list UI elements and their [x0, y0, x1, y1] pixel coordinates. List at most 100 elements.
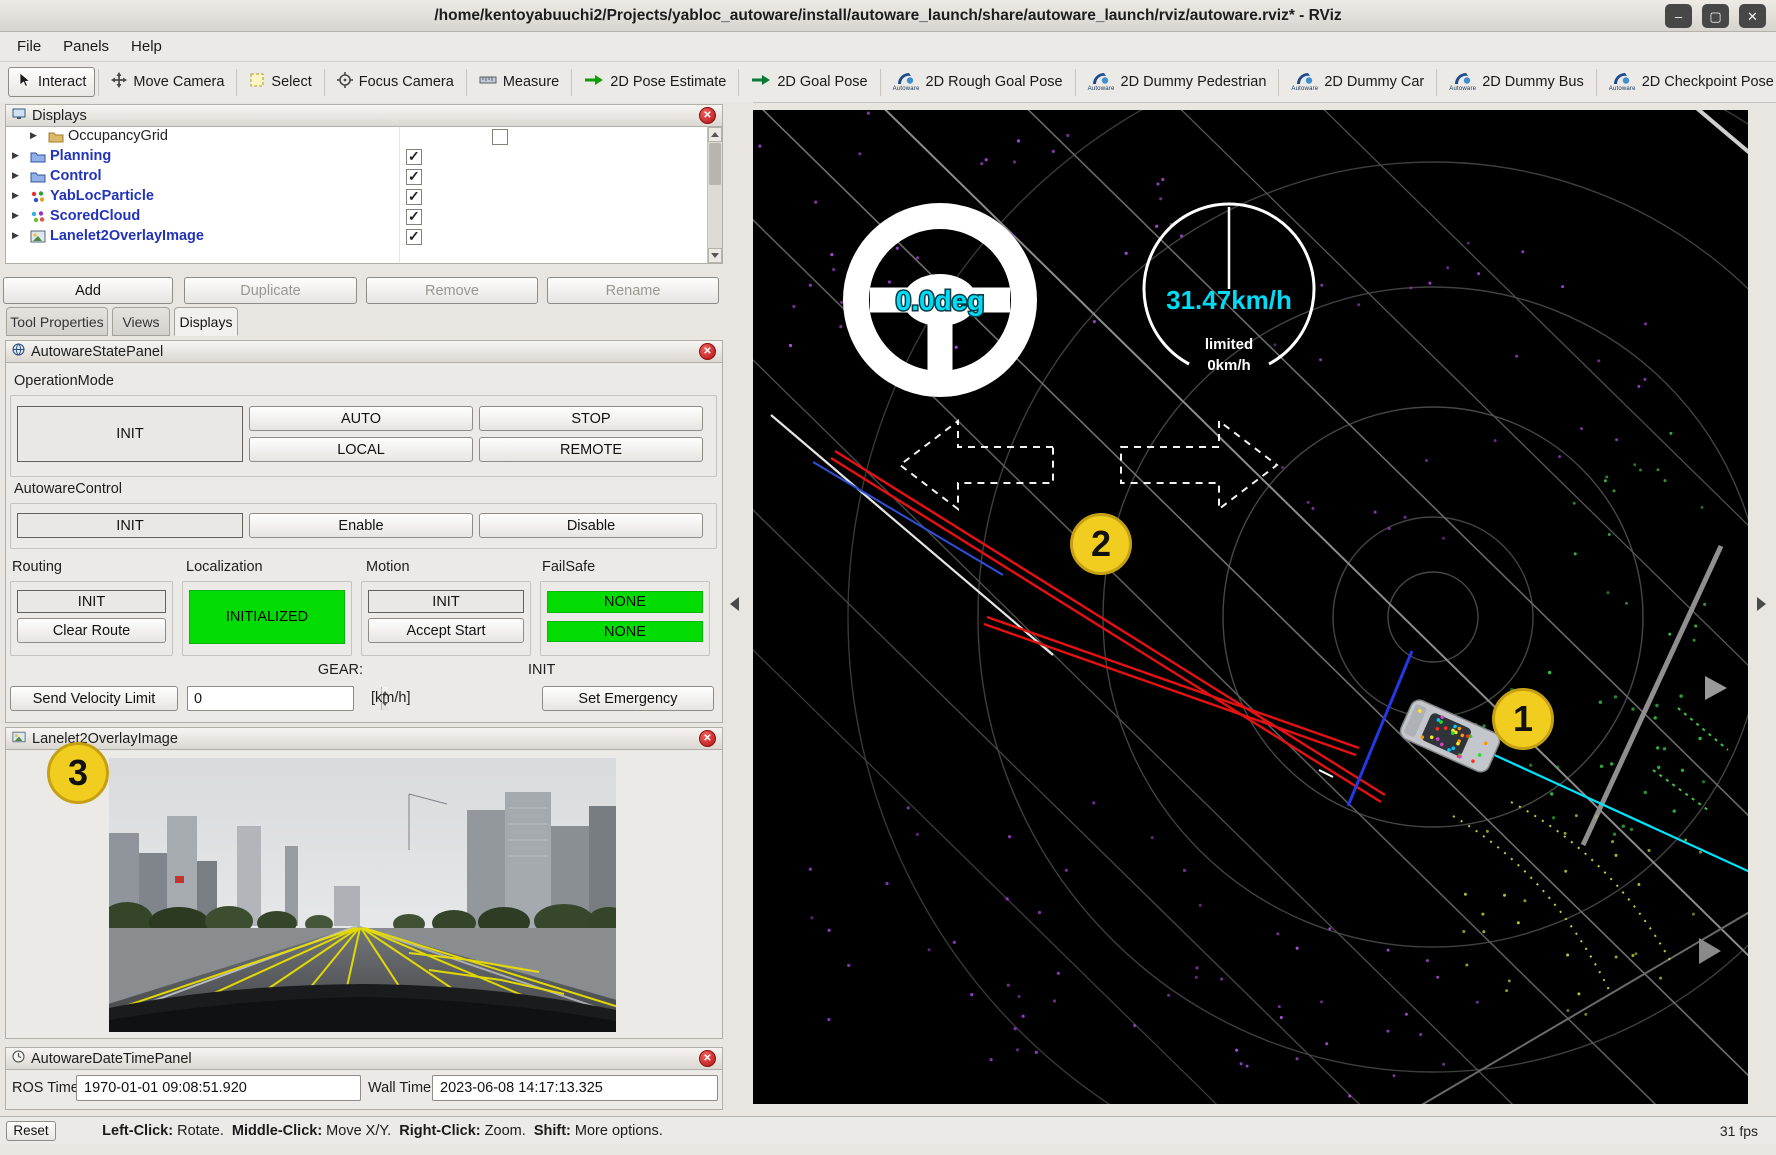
- state-panel-titlebar[interactable]: AutowareStatePanel ✕: [6, 341, 722, 363]
- tool-measure[interactable]: Measure: [470, 69, 568, 95]
- set-emergency-button[interactable]: Set Emergency: [542, 686, 714, 711]
- datetime-panel-titlebar[interactable]: AutowareDateTimePanel ✕: [6, 1048, 722, 1070]
- move-camera-icon: [111, 72, 127, 92]
- menu-file[interactable]: File: [6, 34, 52, 59]
- render-viewport[interactable]: 0.0deg 31.47km/h limited 0km/h: [753, 110, 1748, 1104]
- tool-interact[interactable]: Interact: [8, 67, 95, 97]
- display-row-lanelet2overlayimage[interactable]: ▶ Lanelet2OverlayImage: [6, 227, 706, 247]
- scrollbar-thumb[interactable]: [709, 143, 721, 185]
- tool-2d-goal-pose[interactable]: 2D Goal Pose: [742, 69, 876, 95]
- tab-tool-properties[interactable]: Tool Properties: [6, 307, 108, 336]
- expand-arrow-icon[interactable]: ▶: [30, 130, 37, 141]
- reset-button[interactable]: Reset: [6, 1121, 56, 1141]
- displays-panel-titlebar[interactable]: Displays ✕: [6, 105, 722, 127]
- window-title: /home/kentoyabuuchi2/Projects/yabloc_aut…: [434, 7, 1341, 25]
- add-display-button[interactable]: Add: [3, 277, 173, 304]
- toolbar-separator: [236, 69, 237, 96]
- overlay-panel-body: [6, 750, 722, 1038]
- fps-counter: 31 fps: [1720, 1123, 1770, 1139]
- overlay-panel-close-icon[interactable]: ✕: [699, 730, 716, 747]
- state-panel-close-icon[interactable]: ✕: [699, 343, 716, 360]
- expand-arrow-icon[interactable]: ▶: [12, 210, 19, 221]
- titlebar[interactable]: /home/kentoyabuuchi2/Projects/yabloc_aut…: [0, 0, 1776, 32]
- motion-label: Motion: [366, 559, 410, 575]
- tool-focus-camera[interactable]: Focus Camera: [328, 67, 463, 97]
- expand-arrow-icon[interactable]: ▶: [12, 230, 19, 241]
- menu-panels[interactable]: Panels: [52, 34, 120, 59]
- focus-camera-icon: [337, 72, 353, 92]
- displays-scrollbar[interactable]: [707, 127, 722, 263]
- rviz-window: /home/kentoyabuuchi2/Projects/yabloc_aut…: [0, 0, 1776, 1144]
- stop-button[interactable]: STOP: [479, 406, 703, 431]
- tool-select[interactable]: Select: [240, 67, 320, 97]
- overlay-panel-titlebar[interactable]: Lanelet2OverlayImage ✕: [6, 728, 722, 750]
- display-checkbox[interactable]: [406, 169, 422, 185]
- local-button[interactable]: LOCAL: [249, 437, 473, 462]
- rename-display-button[interactable]: Rename: [547, 277, 719, 304]
- ros-time-field[interactable]: [76, 1075, 361, 1101]
- tool-2d-rough-goal-pose[interactable]: Autoware 2D Rough Goal Pose: [884, 67, 1072, 97]
- image-panel-icon: [12, 731, 26, 747]
- tool-2d-dummy-pedestrian[interactable]: Autoware 2D Dummy Pedestrian: [1079, 67, 1276, 97]
- toolbar-separator: [571, 69, 572, 96]
- viewport-canvas[interactable]: 0.0deg 31.47km/h limited 0km/h: [753, 110, 1748, 1104]
- tab-views[interactable]: Views: [112, 307, 170, 336]
- autoware-icon: Autoware: [1449, 72, 1476, 92]
- splitter-collapse-right-icon[interactable]: [1757, 597, 1766, 611]
- remove-display-button[interactable]: Remove: [366, 277, 538, 304]
- tab-displays[interactable]: Displays: [174, 307, 238, 336]
- scroll-down-icon[interactable]: [708, 248, 722, 263]
- tool-2d-dummy-bus[interactable]: Autoware 2D Dummy Bus: [1440, 67, 1592, 97]
- splitter-collapse-left-icon[interactable]: [730, 597, 739, 611]
- display-checkbox[interactable]: [406, 209, 422, 225]
- display-checkbox[interactable]: [406, 189, 422, 205]
- tool-2d-dummy-car[interactable]: Autoware 2D Dummy Car: [1282, 67, 1433, 97]
- display-row-yablocparticle[interactable]: ▶ YabLocParticle: [6, 187, 706, 207]
- toolbar-separator: [1436, 69, 1437, 96]
- remote-button[interactable]: REMOTE: [479, 437, 703, 462]
- operation-mode-state: INIT: [17, 406, 243, 462]
- send-velocity-limit-button[interactable]: Send Velocity Limit: [10, 686, 178, 711]
- displays-close-icon[interactable]: ✕: [699, 107, 716, 124]
- display-row-planning[interactable]: ▶ Planning: [6, 147, 706, 167]
- localization-label: Localization: [186, 559, 263, 575]
- close-button[interactable]: ✕: [1739, 4, 1766, 28]
- wall-time-field[interactable]: [432, 1075, 718, 1101]
- display-checkbox[interactable]: [406, 149, 422, 165]
- display-checkbox[interactable]: [492, 129, 508, 145]
- tool-move-camera[interactable]: Move Camera: [102, 67, 233, 97]
- velocity-limit-input[interactable]: [188, 687, 381, 710]
- speed-gauge: 31.47km/h limited 0km/h: [1144, 204, 1314, 374]
- minimize-button[interactable]: –: [1665, 4, 1692, 28]
- accept-start-button[interactable]: Accept Start: [368, 618, 524, 643]
- autoware-icon: Autoware: [1291, 72, 1318, 92]
- scroll-up-icon[interactable]: [708, 127, 722, 142]
- expand-arrow-icon[interactable]: ▶: [12, 150, 19, 161]
- expand-arrow-icon[interactable]: ▶: [12, 170, 19, 181]
- clear-route-button[interactable]: Clear Route: [17, 618, 166, 643]
- enable-button[interactable]: Enable: [249, 513, 473, 538]
- window-controls: – ▢ ✕: [1665, 4, 1766, 28]
- display-row-control[interactable]: ▶ Control: [6, 167, 706, 187]
- autoware-control-label: AutowareControl: [14, 481, 122, 497]
- expand-arrow-icon[interactable]: ▶: [12, 190, 19, 201]
- display-row-scoredcloud[interactable]: ▶ ScoredCloud: [6, 207, 706, 227]
- mouse-hint-text: Left-Click: Rotate. Middle-Click: Move X…: [78, 1107, 663, 1155]
- interact-cursor-icon: [17, 72, 32, 92]
- displays-panel-icon: [12, 108, 26, 124]
- particle-cloud-icon: [30, 210, 46, 224]
- display-row-occupancygrid[interactable]: ▶ OccupancyGrid: [6, 127, 706, 147]
- velocity-limit-spinner[interactable]: [187, 686, 354, 711]
- displays-panel: Displays ✕ ▶ OccupancyGrid ▶ Planning: [5, 104, 723, 264]
- display-checkbox[interactable]: [406, 229, 422, 245]
- tool-2d-checkpoint-pose[interactable]: Autoware 2D Checkpoint Pose: [1600, 67, 1776, 97]
- duplicate-display-button[interactable]: Duplicate: [184, 277, 357, 304]
- speed-limited-label: limited: [1205, 336, 1253, 353]
- toolbar: Interact Move Camera Select Focus Camera…: [0, 62, 1776, 103]
- auto-button[interactable]: AUTO: [249, 406, 473, 431]
- tool-2d-pose-estimate[interactable]: 2D Pose Estimate: [575, 69, 735, 95]
- maximize-button[interactable]: ▢: [1702, 4, 1729, 28]
- datetime-panel-close-icon[interactable]: ✕: [699, 1050, 716, 1067]
- disable-button[interactable]: Disable: [479, 513, 703, 538]
- menu-help[interactable]: Help: [120, 34, 173, 59]
